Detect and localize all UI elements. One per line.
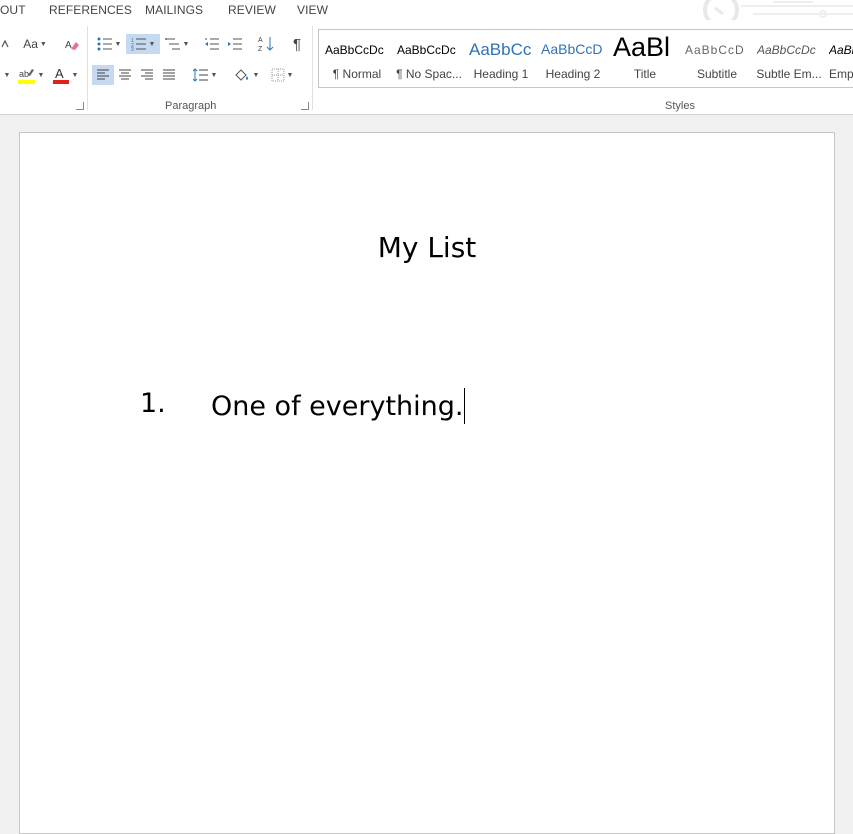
document-title[interactable]: My List <box>20 231 834 264</box>
font-dialog-launcher-icon[interactable] <box>76 102 84 110</box>
ribbon: Aa ▼ A ▼ ab ▼ A ▼ ▼ 123 ▼ ▼ AZ ¶ ▼ ▼ ▼ P… <box>0 20 853 115</box>
show-formatting-marks-button[interactable]: ¶ <box>287 34 307 54</box>
bullets-button[interactable]: ▼ <box>94 34 124 54</box>
align-left-button[interactable] <box>92 65 114 85</box>
text-cursor <box>464 388 466 424</box>
style-title[interactable]: AaBl Title <box>609 30 681 87</box>
circuit-decoration-icon <box>703 0 853 20</box>
justify-button[interactable] <box>158 65 180 85</box>
style-normal[interactable]: AaBbCcDc ¶ Normal <box>321 30 393 87</box>
svg-text:Z: Z <box>258 46 263 53</box>
list-item-text[interactable]: One of everything. <box>211 391 463 422</box>
styles-gallery: AaBbCcDc ¶ Normal AaBbCcDc ¶ No Spac... … <box>318 29 853 88</box>
shading-button[interactable]: ▼ <box>230 65 262 85</box>
style-name: Heading 2 <box>545 67 601 81</box>
style-preview: AaBbCcDc <box>397 43 456 57</box>
style-preview: AaBbCcD <box>829 43 853 57</box>
style-preview: AaBl <box>613 32 671 62</box>
svg-text:A: A <box>258 37 263 44</box>
text-highlight-color-button[interactable]: ab ▼ <box>16 65 46 85</box>
style-subtle-emphasis[interactable]: AaBbCcDc Subtle Em... <box>753 30 825 87</box>
svg-text:3: 3 <box>131 47 134 51</box>
list-item-number: 1. <box>140 388 166 419</box>
align-center-button[interactable] <box>114 65 136 85</box>
style-emphasis[interactable]: AaBbCcD Emp <box>825 30 853 87</box>
style-preview: AaBbCcDc <box>325 43 384 57</box>
style-name: ¶ Normal <box>332 67 382 81</box>
svg-text:A: A <box>55 66 64 81</box>
style-no-spacing[interactable]: AaBbCcDc ¶ No Spac... <box>393 30 465 87</box>
tab-references[interactable]: REFERENCES <box>49 3 132 17</box>
tab-view[interactable]: VIEW <box>297 3 328 17</box>
increase-indent-icon[interactable] <box>225 34 245 54</box>
style-preview: AaBbCcDc <box>757 43 816 57</box>
style-heading-1[interactable]: AaBbCc Heading 1 <box>465 30 537 87</box>
numbering-button[interactable]: 123 ▼ <box>126 34 160 54</box>
change-case-label: Aa <box>23 37 38 51</box>
change-case-button[interactable]: Aa ▼ <box>20 34 50 54</box>
style-name: ¶ No Spac... <box>396 67 462 81</box>
list-item[interactable]: One of everything. <box>211 388 466 424</box>
style-name: Subtle Em... <box>756 67 822 81</box>
style-preview: AaBbCc <box>469 40 532 59</box>
ribbon-tab-bar: OUT REFERENCES MAILINGS REVIEW VIEW <box>0 0 853 20</box>
multilevel-list-button[interactable]: ▼ <box>162 34 192 54</box>
tab-layout[interactable]: OUT <box>0 3 26 17</box>
group-separator <box>87 26 88 110</box>
styles-group-label: Styles <box>665 100 695 112</box>
paragraph-group-label: Paragraph <box>165 100 217 112</box>
style-name: Title <box>633 67 657 81</box>
borders-button[interactable]: ▼ <box>266 65 298 85</box>
document-page[interactable]: My List 1. One of everything. <box>19 132 835 834</box>
style-heading-2[interactable]: AaBbCcD Heading 2 <box>537 30 609 87</box>
grow-font-icon[interactable] <box>0 34 10 54</box>
line-spacing-button[interactable]: ▼ <box>190 65 220 85</box>
tab-mailings[interactable]: MAILINGS <box>145 3 203 17</box>
style-preview: AaBbCcD <box>541 41 603 57</box>
style-name: Heading 1 <box>473 67 529 81</box>
svg-text:A: A <box>65 40 72 51</box>
small-dropdown-icon[interactable]: ▼ <box>0 65 12 85</box>
style-name: Emp <box>829 67 853 81</box>
sort-icon[interactable]: AZ <box>255 34 277 54</box>
paragraph-dialog-launcher-icon[interactable] <box>301 102 309 110</box>
tab-review[interactable]: REVIEW <box>228 3 276 17</box>
clear-formatting-icon[interactable]: A <box>62 34 82 54</box>
align-right-button[interactable] <box>136 65 158 85</box>
decrease-indent-icon[interactable] <box>202 34 222 54</box>
font-color-button[interactable]: A ▼ <box>50 65 80 85</box>
document-area: My List 1. One of everything. <box>0 115 853 834</box>
style-name: Subtitle <box>696 67 738 81</box>
group-separator <box>312 26 313 110</box>
svg-text:ab: ab <box>19 69 29 79</box>
style-preview: AaBbCcD <box>685 43 745 57</box>
style-subtitle[interactable]: AaBbCcD Subtitle <box>681 30 753 87</box>
